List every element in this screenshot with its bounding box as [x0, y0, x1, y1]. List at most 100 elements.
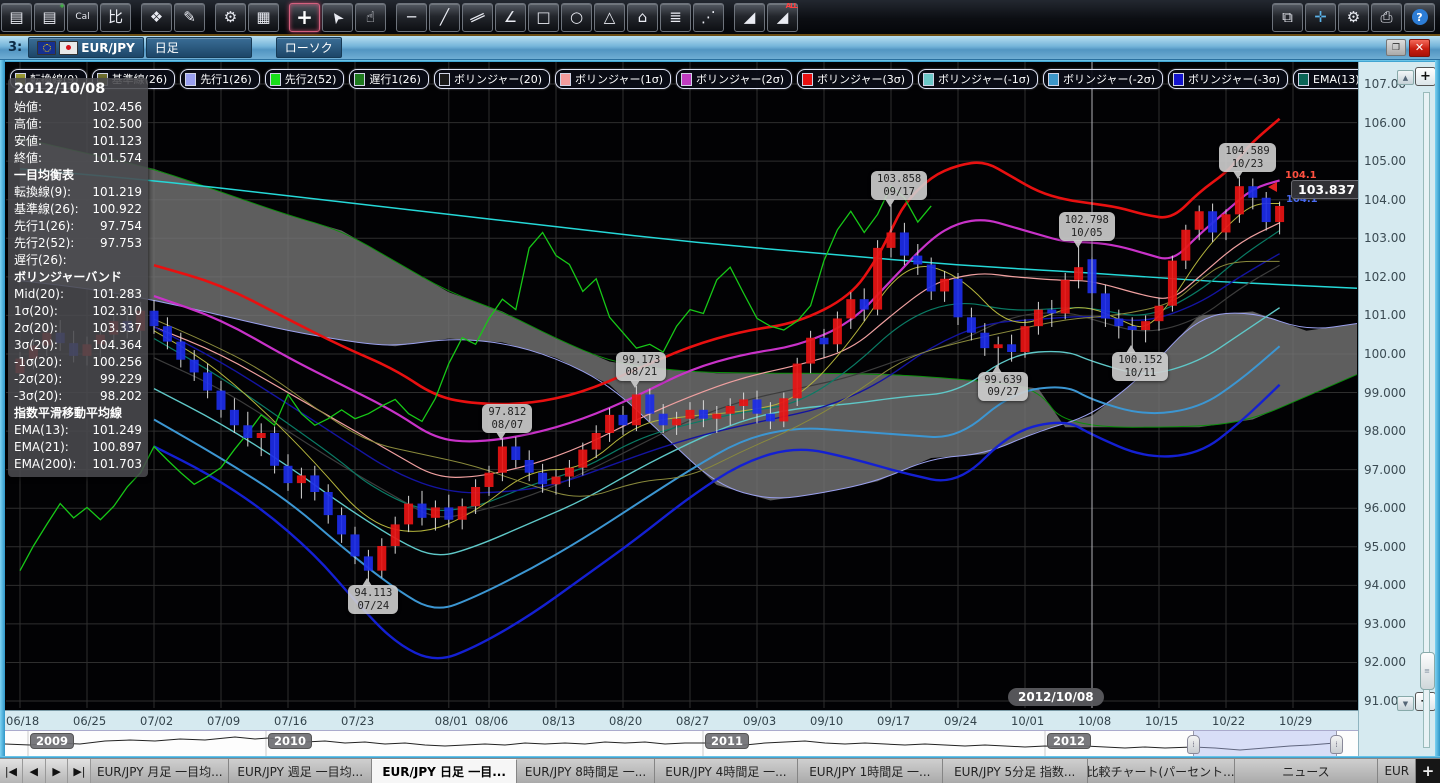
chart-tab[interactable]: EUR: [1378, 759, 1416, 783]
crosshair-icon[interactable]: +: [289, 3, 320, 32]
axis-scroll-down-button[interactable]: ▼: [1397, 696, 1414, 711]
date-tick-label: 07/16: [274, 714, 307, 728]
draw-ray-icon[interactable]: ∠: [495, 3, 526, 32]
new-chart-icon[interactable]: ▤+: [34, 3, 65, 32]
symbol-panel[interactable]: EUR/JPY: [28, 37, 144, 58]
compare-icon[interactable]: 比: [100, 3, 131, 32]
window-layout-icon[interactable]: ⧉: [1272, 3, 1303, 32]
chart-tab[interactable]: EUR/JPY 8時間足 一...: [517, 759, 655, 783]
annotation-price: 100.152: [1118, 354, 1162, 367]
navigator-selection-range[interactable]: [1193, 731, 1337, 756]
legend-color-chip: [1173, 73, 1184, 86]
frame-border-bottom: [0, 756, 1440, 758]
restore-window-button[interactable]: ❐: [1386, 39, 1406, 56]
erase-all-icon[interactable]: ◢ALL: [767, 3, 798, 32]
info-row-value: 101.219: [92, 184, 142, 201]
price-axis[interactable]: 107.00106.00105.00104.00103.00102.00101.…: [1358, 62, 1435, 756]
info-row-label: 先行2(52):: [14, 235, 74, 252]
legend-item[interactable]: ボリンジャー(-2σ): [1043, 69, 1163, 89]
fib-lines-icon[interactable]: ≣: [660, 3, 691, 32]
legend-item[interactable]: ボリンジャー(1σ): [555, 69, 671, 89]
legend-item[interactable]: 遅行1(26): [349, 69, 429, 89]
help-icon[interactable]: ?: [1404, 3, 1435, 32]
legend-item[interactable]: ボリンジャー(3σ): [797, 69, 913, 89]
link-charts-icon-glyph: ❖: [150, 10, 163, 25]
board-list-icon-glyph: ▤: [9, 10, 23, 25]
legend-item[interactable]: ボリンジャー(2σ): [676, 69, 792, 89]
axis-scroll-up-button[interactable]: ▲: [1397, 70, 1414, 85]
info-row-value: 101.249: [92, 422, 142, 439]
draw-circle-icon[interactable]: ○: [561, 3, 592, 32]
history-navigator[interactable]: 2009201020112012⁞⁞: [5, 730, 1358, 756]
timeframe-label: 日足: [155, 39, 179, 56]
legend-item[interactable]: 先行1(26): [180, 69, 260, 89]
link-charts-icon[interactable]: ❖: [141, 3, 172, 32]
chart-tab[interactable]: EUR/JPY 4時間足 一...: [655, 759, 798, 783]
save-icon[interactable]: ▦: [248, 3, 279, 32]
info-row: 転換線(9):101.219: [14, 184, 142, 201]
chart-tab[interactable]: 比較チャート(パーセント...: [1088, 759, 1235, 783]
date-tick-label: 10/29: [1279, 714, 1312, 728]
fullscreen-icon[interactable]: ✛: [1305, 3, 1336, 32]
chart-tab-active[interactable]: EUR/JPY 日足 一目...: [372, 759, 517, 783]
eraser-icon[interactable]: ◢: [734, 3, 765, 32]
date-axis[interactable]: 06/1806/2507/0207/0907/1607/2308/0108/06…: [5, 710, 1358, 730]
calendar-cal-icon[interactable]: Cal: [67, 3, 98, 32]
chart-tab[interactable]: EUR/JPY 月足 一目均...: [91, 759, 229, 783]
pencil-icon[interactable]: ✎: [174, 3, 205, 32]
zoom-in-button[interactable]: +: [1415, 67, 1436, 86]
navigator-left-handle[interactable]: ⁞: [1187, 735, 1200, 754]
axis-scrollbar-track[interactable]: [1423, 92, 1430, 748]
fib-fan-icon[interactable]: ⋰: [693, 3, 724, 32]
legend-item[interactable]: EMA(13): [1293, 69, 1368, 89]
draw-horizontal-line-icon[interactable]: ─: [396, 3, 427, 32]
chart-tab[interactable]: EUR/JPY 5分足 指数...: [943, 759, 1088, 783]
first-chart-button[interactable]: |◀: [0, 759, 23, 783]
info-row-value: 101.703: [92, 456, 142, 473]
last-chart-button[interactable]: ▶|: [68, 759, 91, 783]
info-row: 遅行(26):: [14, 252, 142, 269]
draw-triangle-icon[interactable]: △: [594, 3, 625, 32]
chart-type-selector[interactable]: ローソク: [276, 37, 342, 58]
next-chart-button[interactable]: ▶: [46, 759, 69, 783]
draw-pentagon-icon[interactable]: ⌂: [627, 3, 658, 32]
info-row-label: -1σ(20):: [14, 354, 62, 371]
draw-triangle-icon-glyph: △: [604, 10, 616, 25]
legend-item[interactable]: 先行2(52): [265, 69, 345, 89]
add-tab-button[interactable]: +: [1416, 759, 1440, 783]
info-row-label: 2σ(20):: [14, 320, 58, 337]
cursor-icon[interactable]: ➤: [322, 3, 353, 32]
chart-tab[interactable]: EUR/JPY 週足 一目均...: [229, 759, 372, 783]
print-icon[interactable]: ⎙: [1371, 3, 1402, 32]
annotation-date: 10/11: [1118, 367, 1162, 380]
info-section-header: ボリンジャーバンド: [14, 269, 142, 286]
window-layout-icon-glyph: ⧉: [1282, 10, 1293, 25]
chart-settings-icon[interactable]: ⚙: [215, 3, 246, 32]
date-tick-label: 07/02: [140, 714, 173, 728]
annotation-callout: 100.15210/11: [1112, 352, 1168, 381]
annotation-price: 94.113: [354, 587, 392, 600]
legend-item[interactable]: ボリンジャー(-3σ): [1168, 69, 1288, 89]
board-list-icon[interactable]: ▤: [1, 3, 32, 32]
draw-trend-line-icon[interactable]: ╱: [429, 3, 460, 32]
info-row-label: 始値:: [14, 99, 42, 116]
settings-gear-icon[interactable]: ⚙: [1338, 3, 1369, 32]
draw-parallel-lines-icon[interactable]: ∥: [462, 3, 493, 32]
chart-window-titlebar[interactable]: 3: EUR/JPY 日足 ローソク ❐ ✕: [0, 36, 1440, 60]
prev-chart-button[interactable]: ◀: [23, 759, 46, 783]
legend-item[interactable]: ボリンジャー(20): [434, 69, 550, 89]
annotation-date: 07/24: [354, 600, 392, 613]
pan-hand-icon[interactable]: ☝: [355, 3, 386, 32]
legend-color-chip: [354, 73, 365, 86]
close-window-button[interactable]: ✕: [1409, 39, 1430, 57]
date-tick-label: 10/08: [1078, 714, 1111, 728]
annotation-callout: 104.58910/23: [1219, 143, 1275, 172]
navigator-right-handle[interactable]: ⁞: [1330, 735, 1343, 754]
draw-rectangle-icon[interactable]: □: [528, 3, 559, 32]
chart-tab[interactable]: EUR/JPY 1時間足 一...: [798, 759, 943, 783]
chart-tab[interactable]: ニュース: [1235, 759, 1379, 783]
info-row-label: 遅行(26):: [14, 252, 67, 269]
axis-scrollbar-thumb[interactable]: ≡: [1420, 652, 1435, 690]
legend-item[interactable]: ボリンジャー(-1σ): [918, 69, 1038, 89]
timeframe-selector[interactable]: 日足: [146, 37, 252, 58]
